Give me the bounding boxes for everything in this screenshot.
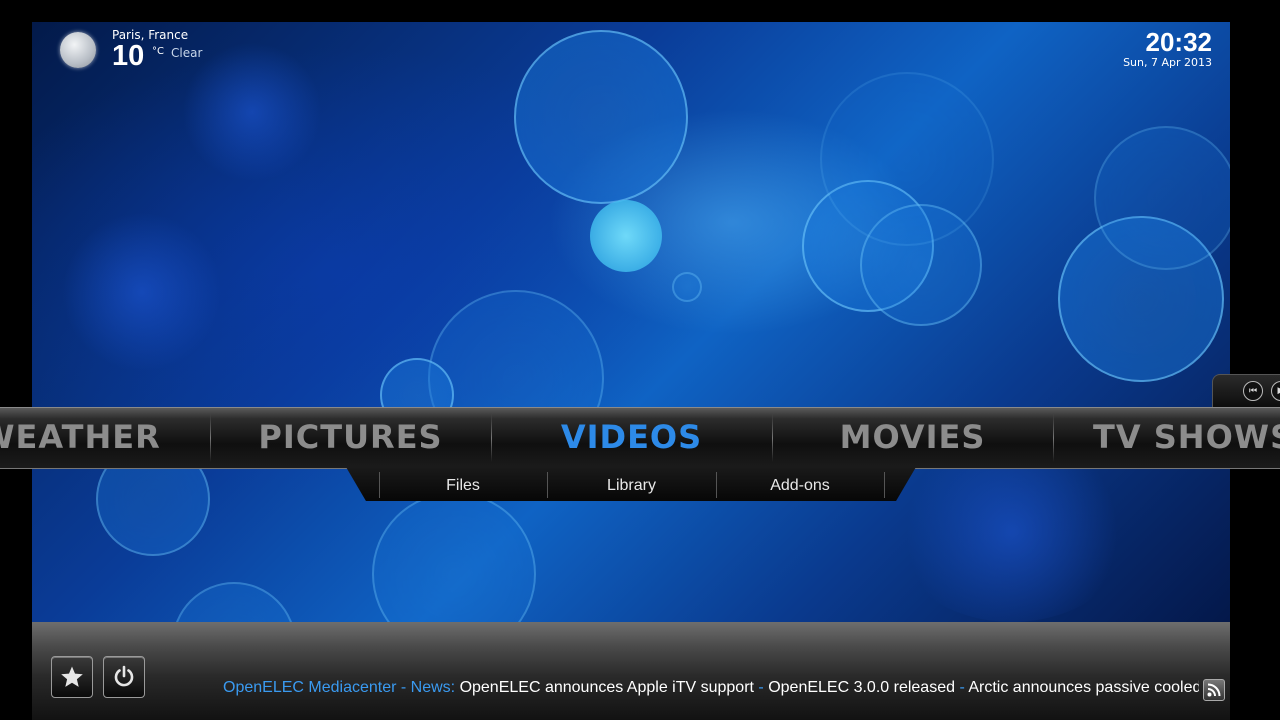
menu-item-movies[interactable]: MOVIES — [772, 408, 1053, 468]
weather-unit: °C — [152, 46, 164, 57]
submenu-item-add-ons[interactable]: Add-ons — [716, 467, 884, 501]
bokeh-circle — [372, 492, 536, 622]
menu-item-tv-shows[interactable]: TV SHOWS — [1053, 408, 1280, 468]
power-icon — [114, 665, 134, 687]
star-icon — [61, 666, 83, 687]
bokeh-circle — [1094, 126, 1230, 270]
news-ticker: OpenELEC Mediacenter - News: OpenELEC an… — [223, 679, 1199, 701]
bokeh-circle — [62, 212, 222, 372]
power-button[interactable] — [103, 656, 145, 698]
submenu-divider — [884, 472, 885, 498]
submenu-item-files[interactable]: Files — [379, 467, 547, 501]
bokeh-circle — [172, 582, 296, 622]
skip-back-icon[interactable]: ⏮ — [1243, 381, 1263, 401]
background-wallpaper — [32, 22, 1230, 622]
rss-icon — [1203, 679, 1225, 701]
weather-temperature: 10 — [112, 40, 145, 72]
ticker-separator: - — [955, 679, 969, 696]
bottom-bar — [32, 622, 1230, 720]
clock-time: 20:32 — [1145, 27, 1213, 57]
bokeh-circle — [514, 30, 688, 204]
ticker-separator: - — [396, 679, 411, 696]
clock: 20:32 Sun, 7 Apr 2013 — [1123, 28, 1212, 69]
main-menu: WEATHER PICTURES VIDEOS MOVIES TV SHOWS — [0, 407, 1280, 469]
bokeh-circle — [820, 72, 994, 246]
favourites-button[interactable] — [51, 656, 93, 698]
ticker-source: OpenELEC Mediacenter — [223, 679, 397, 696]
bokeh-circle — [590, 200, 662, 272]
play-icon[interactable]: ▶ — [1271, 381, 1280, 401]
videos-submenu: Files Library Add-ons — [346, 467, 916, 501]
ticker-separator: - — [753, 679, 769, 696]
menu-item-videos[interactable]: VIDEOS — [491, 408, 772, 468]
submenu-item-library[interactable]: Library — [547, 467, 716, 501]
moon-icon — [60, 32, 96, 68]
bokeh-circle — [672, 272, 702, 302]
bokeh-circle — [892, 442, 1132, 622]
player-controls: ⏮ ▶ — [1212, 374, 1280, 407]
menu-item-weather[interactable]: WEATHER — [0, 408, 210, 468]
ticker-category: News: — [410, 679, 456, 696]
weather-condition: Clear — [171, 46, 203, 60]
ticker-headline: OpenELEC 3.0.0 released — [768, 679, 955, 696]
ticker-headline: OpenELEC announces Apple iTV support — [459, 679, 754, 696]
menu-item-pictures[interactable]: PICTURES — [210, 408, 491, 468]
clock-date: Sun, 7 Apr 2013 — [1123, 56, 1212, 69]
bokeh-circle — [182, 42, 322, 182]
ticker-headline: Arctic announces passive cooled Sy — [968, 679, 1199, 696]
